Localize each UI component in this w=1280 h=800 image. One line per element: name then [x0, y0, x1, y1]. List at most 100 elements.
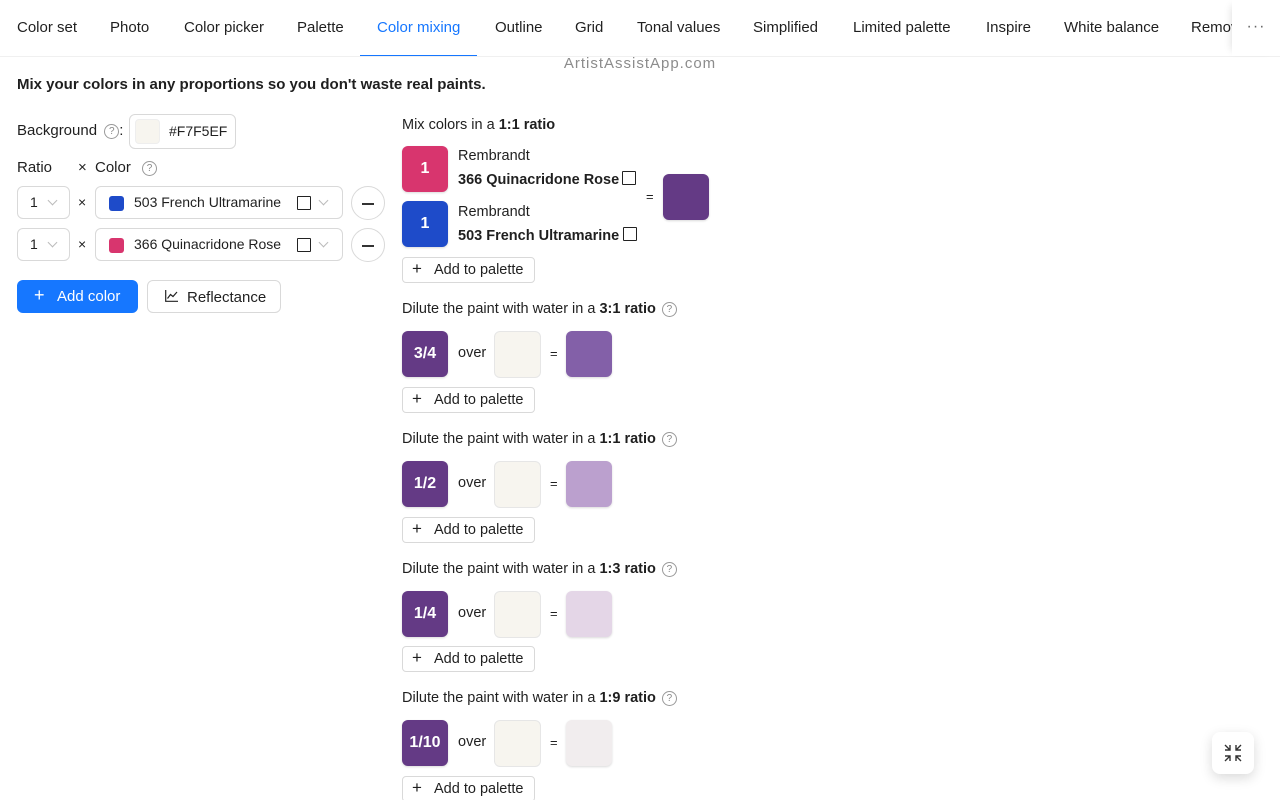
tab-inspire[interactable]: Inspire [986, 0, 1031, 56]
help-icon[interactable]: ? [661, 690, 677, 706]
plus-icon: + [412, 259, 422, 278]
dilution-fraction-tile: 1/2 [402, 461, 448, 507]
tab-color-mixing[interactable]: Color mixing [377, 0, 460, 56]
color-select[interactable]: 366 Quinacridone Rose [95, 228, 343, 261]
tabs-list: Color set Photo Color picker Palette Col… [0, 0, 1232, 56]
tab-color-picker[interactable]: Color picker [184, 0, 264, 56]
chevron-down-icon [318, 195, 329, 206]
over-label: over [458, 345, 487, 361]
paint-checkbox[interactable] [623, 227, 637, 241]
paint-parts-tile: 1 [402, 146, 448, 192]
tab-palette[interactable]: Palette [297, 0, 344, 56]
plus-icon: + [412, 519, 422, 538]
dilution-fraction-tile: 1/4 [402, 591, 448, 637]
plus-icon: + [412, 648, 422, 667]
plus-icon: + [412, 389, 422, 408]
ratio-value: 1 [30, 236, 38, 252]
add-to-palette-button[interactable]: + Add to palette [402, 776, 535, 800]
tab-limited-palette[interactable]: Limited palette [853, 0, 951, 56]
chevron-down-icon [318, 237, 329, 248]
tab-color-set[interactable]: Color set [17, 0, 77, 56]
paint-name: 366 Quinacridone Rose [458, 172, 620, 188]
dilution-title: Dilute the paint with water in a 1:3 rat… [402, 561, 677, 577]
help-icon[interactable]: ? [142, 161, 157, 176]
ratio-header: Ratio [17, 159, 53, 176]
dilution-result-swatch [566, 461, 612, 507]
tab-bar: Color set Photo Color picker Palette Col… [0, 0, 1280, 57]
paint-checkbox[interactable] [622, 171, 636, 185]
dilution-result-swatch [566, 720, 612, 766]
remove-color-button[interactable] [351, 228, 385, 262]
dilution-title-prefix: Dilute the paint with water in a [402, 431, 600, 447]
dilution-fraction-tile: 1/10 [402, 720, 448, 766]
times-header: × [78, 159, 87, 176]
paint-brand: Rembrandt [458, 148, 530, 164]
tab-grid[interactable]: Grid [575, 0, 603, 56]
tab-photo[interactable]: Photo [110, 0, 149, 56]
equals-sign: = [550, 606, 558, 621]
add-to-palette-label: Add to palette [434, 262, 524, 278]
help-icon[interactable]: ? [104, 123, 120, 139]
fullscreen-exit-button[interactable] [1212, 732, 1254, 774]
background-label-text: Background [17, 122, 98, 139]
add-to-palette-button[interactable]: + Add to palette [402, 257, 535, 283]
color-name: 503 French Ultramarine [134, 194, 282, 210]
times-sign: × [78, 236, 87, 252]
times-sign: × [78, 194, 87, 210]
background-swatch [494, 461, 541, 508]
help-icon[interactable]: ? [661, 561, 677, 577]
equals-sign: = [550, 476, 558, 491]
dilution-title: Dilute the paint with water in a 3:1 rat… [402, 301, 677, 317]
dilution-ratio: 1:1 ratio [599, 431, 656, 447]
background-value: #F7F5EF [169, 123, 228, 139]
dilution-result-swatch [566, 591, 612, 637]
dilution-title-prefix: Dilute the paint with water in a [402, 301, 600, 317]
tab-outline[interactable]: Outline [495, 0, 543, 56]
ratio-select[interactable]: 1 [17, 228, 70, 261]
paint-parts-tile: 1 [402, 201, 448, 247]
add-to-palette-label: Add to palette [434, 781, 524, 797]
add-to-palette-button[interactable]: + Add to palette [402, 387, 535, 413]
dilution-ratio: 1:3 ratio [599, 561, 656, 577]
color-name: 366 Quinacridone Rose [134, 236, 282, 252]
paint-brand: Rembrandt [458, 204, 530, 220]
fullscreen-exit-icon [1224, 744, 1242, 762]
tab-remove-background[interactable]: Remove background [1191, 0, 1232, 56]
equals-sign: = [550, 735, 558, 750]
background-swatch [135, 119, 160, 144]
help-icon[interactable]: ? [661, 301, 677, 317]
add-to-palette-label: Add to palette [434, 392, 524, 408]
add-to-palette-button[interactable]: + Add to palette [402, 517, 535, 543]
color-checkbox[interactable] [297, 238, 311, 252]
tab-tonal-values[interactable]: Tonal values [637, 0, 720, 56]
ratio-value: 1 [30, 194, 38, 210]
color-select[interactable]: 503 French Ultramarine [95, 186, 343, 219]
dilution-title-prefix: Dilute the paint with water in a [402, 561, 600, 577]
color-header: Color [95, 159, 131, 176]
add-color-button[interactable]: + Add color [17, 280, 138, 313]
paint-name: 503 French Ultramarine [458, 228, 620, 244]
over-label: over [458, 475, 487, 491]
ratio-select[interactable]: 1 [17, 186, 70, 219]
background-label-colon: : [119, 122, 124, 139]
color-swatch [109, 238, 124, 253]
dilution-title-prefix: Dilute the paint with water in a [402, 690, 600, 706]
over-label: over [458, 734, 487, 750]
chevron-down-icon [47, 237, 58, 248]
add-to-palette-button[interactable]: + Add to palette [402, 646, 535, 672]
help-icon[interactable]: ? [661, 431, 677, 447]
background-color-picker[interactable]: #F7F5EF [129, 114, 236, 149]
remove-color-button[interactable] [351, 186, 385, 220]
dilution-result-swatch [566, 331, 612, 377]
page-intro: Mix your colors in any proportions so yo… [17, 76, 486, 93]
more-icon[interactable]: ··· [1232, 0, 1280, 56]
dilution-title: Dilute the paint with water in a 1:9 rat… [402, 690, 677, 706]
background-label: Background ?: [17, 122, 123, 139]
tab-white-balance[interactable]: White balance [1064, 0, 1159, 56]
background-swatch [494, 591, 541, 638]
mix-title-ratio: 1:1 ratio [498, 117, 556, 133]
color-checkbox[interactable] [297, 196, 311, 210]
add-to-palette-label: Add to palette [434, 522, 524, 538]
reflectance-button[interactable]: Reflectance [147, 280, 281, 313]
tab-simplified[interactable]: Simplified [753, 0, 818, 56]
